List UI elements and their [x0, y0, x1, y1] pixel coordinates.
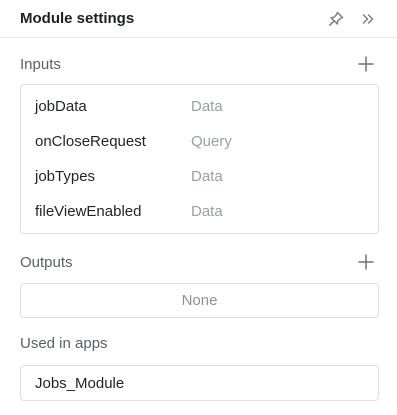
app-list-item[interactable]: Jobs_Module: [20, 365, 379, 401]
input-name: jobTypes: [35, 168, 96, 185]
input-name: fileViewEnabled: [35, 203, 142, 220]
used-in-apps-header: Used in apps: [0, 332, 397, 354]
collapse-panel-button[interactable]: [357, 8, 379, 30]
plus-icon: [358, 254, 374, 270]
panel-header: Module settings: [0, 0, 397, 38]
input-type: Data: [191, 203, 223, 220]
input-type: Data: [191, 98, 223, 115]
input-type: Query: [191, 133, 232, 150]
header-actions: [325, 8, 379, 30]
input-name: onCloseRequest: [35, 133, 146, 150]
inputs-label: Inputs: [20, 55, 61, 73]
outputs-section-header: Outputs: [0, 251, 397, 273]
inputs-list: jobData Data onCloseRequest Query jobTyp…: [20, 84, 379, 234]
input-row[interactable]: jobData Data: [21, 89, 378, 124]
input-row[interactable]: fileViewEnabled Data: [21, 194, 378, 229]
pin-button[interactable]: [325, 8, 347, 30]
used-in-apps-label: Used in apps: [20, 334, 108, 352]
add-output-button[interactable]: [355, 251, 377, 273]
panel-title: Module settings: [20, 10, 135, 27]
app-name: Jobs_Module: [35, 374, 125, 392]
input-row[interactable]: jobTypes Data: [21, 159, 378, 194]
outputs-list: None: [20, 283, 379, 318]
outputs-label: Outputs: [20, 253, 73, 271]
outputs-empty-text: None: [181, 292, 218, 309]
plus-icon: [358, 56, 374, 72]
input-type: Data: [191, 168, 223, 185]
double-chevron-right-icon: [362, 13, 374, 24]
module-settings-panel: Module settings Inputs jobData Data onCl…: [0, 0, 397, 415]
input-row[interactable]: onCloseRequest Query: [21, 124, 378, 159]
inputs-section-header: Inputs: [0, 53, 397, 75]
add-input-button[interactable]: [355, 53, 377, 75]
input-name: jobData: [35, 98, 87, 115]
pin-icon: [329, 11, 344, 26]
